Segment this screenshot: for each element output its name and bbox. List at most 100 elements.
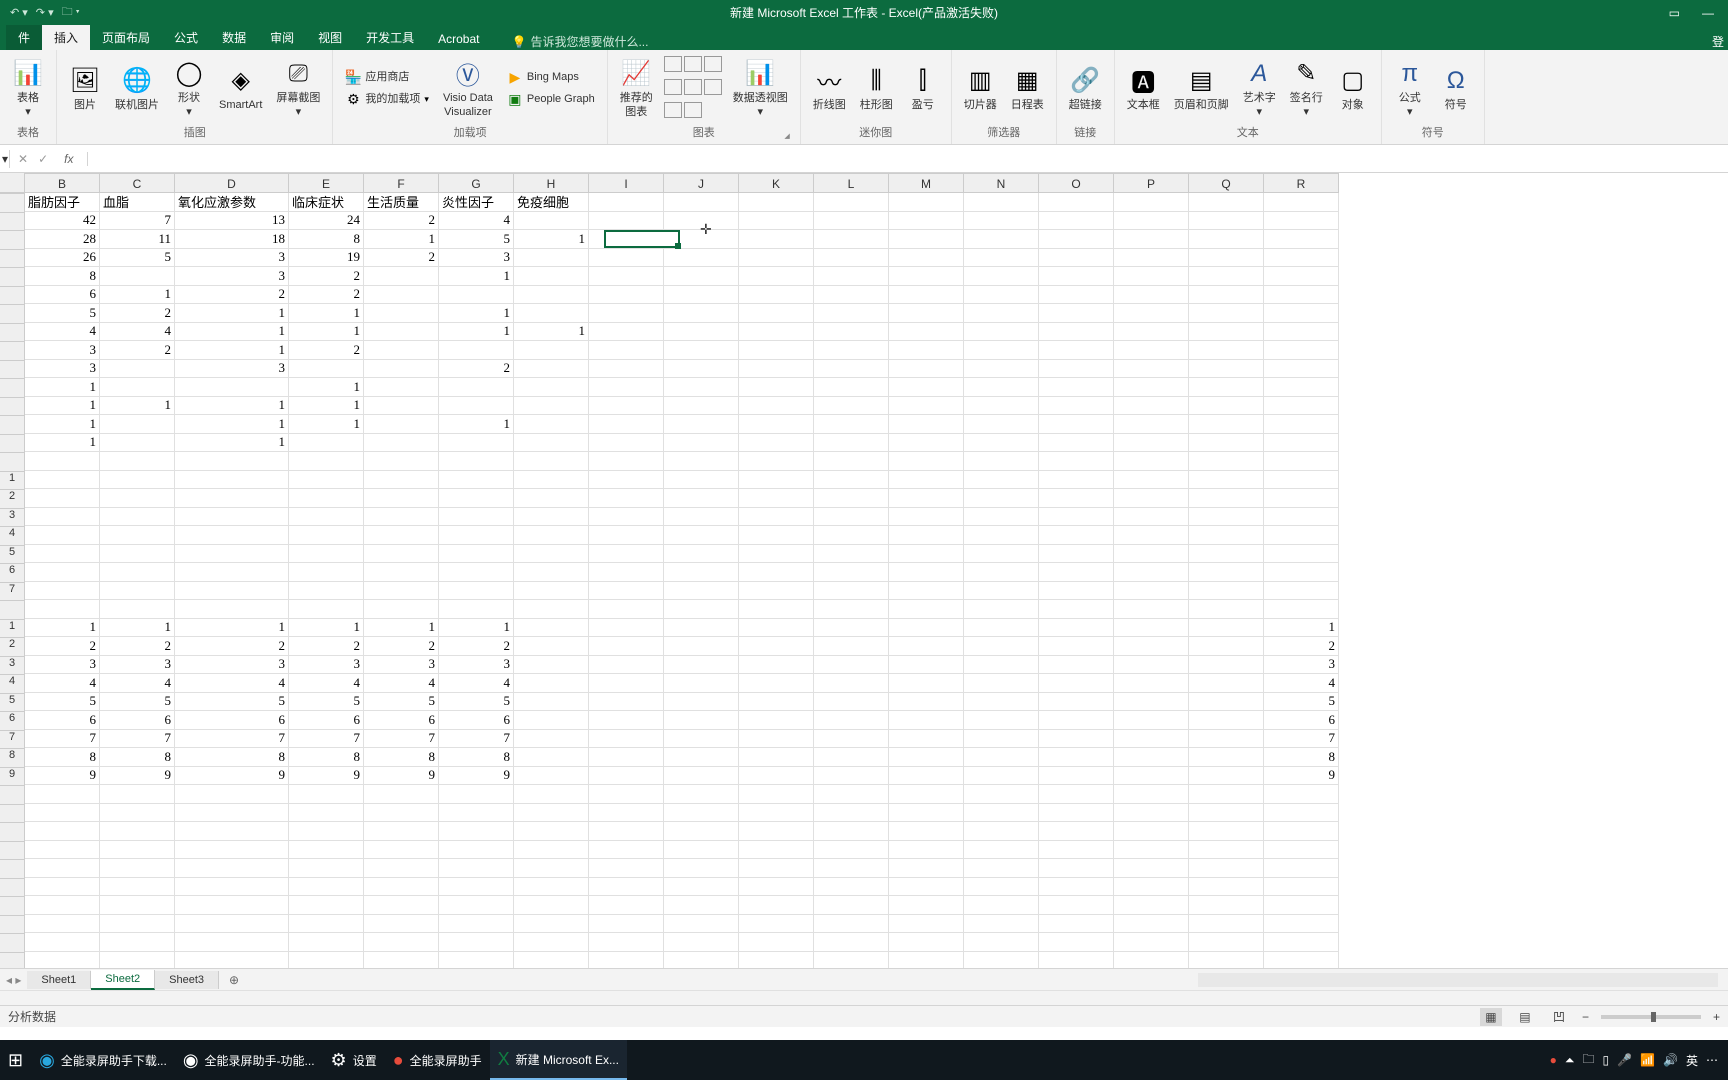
cell[interactable]	[964, 563, 1039, 582]
cell[interactable]	[589, 785, 664, 804]
cell[interactable]	[739, 286, 814, 305]
cell[interactable]	[1264, 286, 1339, 305]
cell[interactable]	[589, 526, 664, 545]
cell[interactable]	[1189, 711, 1264, 730]
cell[interactable]	[289, 563, 364, 582]
cell[interactable]	[664, 563, 739, 582]
cell[interactable]	[589, 378, 664, 397]
cell[interactable]	[1264, 785, 1339, 804]
cell[interactable]: 2	[100, 304, 175, 323]
cell[interactable]	[100, 526, 175, 545]
cell[interactable]: 4	[289, 674, 364, 693]
cell[interactable]	[664, 286, 739, 305]
tray-wifi-icon[interactable]: 📶	[1640, 1053, 1655, 1067]
cell[interactable]	[1114, 397, 1189, 416]
row-header[interactable]: 6	[0, 563, 25, 582]
cell[interactable]	[1114, 230, 1189, 249]
cell[interactable]	[1189, 952, 1264, 969]
cell[interactable]	[1039, 323, 1114, 342]
cell[interactable]	[514, 822, 589, 841]
cell[interactable]	[364, 415, 439, 434]
cell[interactable]	[1114, 434, 1189, 453]
cell[interactable]: 7	[100, 212, 175, 231]
cell[interactable]	[664, 730, 739, 749]
cell[interactable]	[589, 767, 664, 786]
cell[interactable]	[1039, 452, 1114, 471]
cell[interactable]	[1264, 582, 1339, 601]
cell[interactable]	[1189, 286, 1264, 305]
row-header[interactable]: 4	[0, 526, 25, 545]
cell[interactable]	[100, 452, 175, 471]
cell[interactable]	[889, 508, 964, 527]
cell[interactable]	[1114, 730, 1189, 749]
cell[interactable]	[1264, 508, 1339, 527]
cell[interactable]	[1039, 693, 1114, 712]
cell[interactable]	[1114, 804, 1189, 823]
cell[interactable]	[175, 804, 289, 823]
cell[interactable]	[589, 341, 664, 360]
cell[interactable]	[889, 748, 964, 767]
row-header[interactable]: 7	[0, 582, 25, 601]
row-header[interactable]	[0, 341, 25, 360]
cell[interactable]	[1264, 397, 1339, 416]
row-header[interactable]: 1	[0, 619, 25, 638]
tab-formulas[interactable]: 公式	[162, 25, 210, 50]
cell[interactable]	[739, 434, 814, 453]
cell[interactable]: 1	[100, 619, 175, 638]
cell[interactable]	[439, 878, 514, 897]
cell[interactable]	[289, 878, 364, 897]
cell[interactable]: 1	[439, 267, 514, 286]
cell[interactable]: 5	[439, 230, 514, 249]
scatter-chart-icon[interactable]	[684, 79, 702, 95]
cell[interactable]	[889, 286, 964, 305]
radar-chart-icon[interactable]	[684, 102, 702, 118]
cell[interactable]	[175, 785, 289, 804]
cell[interactable]	[439, 582, 514, 601]
col-header-M[interactable]: M	[889, 173, 964, 193]
cell[interactable]	[964, 415, 1039, 434]
cell[interactable]	[964, 804, 1039, 823]
cell[interactable]	[964, 267, 1039, 286]
cell[interactable]	[739, 915, 814, 934]
tray-up-icon[interactable]: ⏶	[1565, 1053, 1575, 1068]
cell[interactable]	[589, 249, 664, 268]
cell[interactable]	[964, 286, 1039, 305]
cell[interactable]	[514, 841, 589, 860]
cell[interactable]	[364, 545, 439, 564]
cell[interactable]	[25, 563, 100, 582]
cell[interactable]: 26	[25, 249, 100, 268]
cell[interactable]	[814, 804, 889, 823]
cell[interactable]	[814, 896, 889, 915]
cell[interactable]	[1114, 619, 1189, 638]
cell[interactable]: 5	[289, 693, 364, 712]
cell[interactable]: 1	[25, 397, 100, 416]
cell[interactable]	[814, 859, 889, 878]
cell[interactable]	[514, 600, 589, 619]
cell[interactable]	[589, 693, 664, 712]
combo-chart-icon[interactable]	[704, 79, 722, 95]
cell[interactable]	[1114, 582, 1189, 601]
cell[interactable]	[664, 471, 739, 490]
cell[interactable]	[1189, 545, 1264, 564]
cell[interactable]	[1039, 656, 1114, 675]
cell[interactable]	[589, 933, 664, 952]
cell[interactable]	[814, 933, 889, 952]
cell[interactable]	[1264, 378, 1339, 397]
cell[interactable]	[739, 859, 814, 878]
cell[interactable]: 1	[175, 619, 289, 638]
cell[interactable]	[964, 693, 1039, 712]
sheet-nav-icon[interactable]: ◂ ▸	[0, 973, 27, 987]
cell[interactable]	[964, 600, 1039, 619]
cell[interactable]	[1264, 915, 1339, 934]
cell[interactable]	[514, 526, 589, 545]
cell[interactable]	[1189, 878, 1264, 897]
cell[interactable]	[1264, 822, 1339, 841]
cell[interactable]	[289, 471, 364, 490]
cell[interactable]	[514, 656, 589, 675]
cell[interactable]	[439, 804, 514, 823]
cell[interactable]	[514, 915, 589, 934]
cell[interactable]: 2	[364, 212, 439, 231]
cell[interactable]	[100, 360, 175, 379]
cell[interactable]	[664, 952, 739, 969]
cell[interactable]	[1264, 878, 1339, 897]
